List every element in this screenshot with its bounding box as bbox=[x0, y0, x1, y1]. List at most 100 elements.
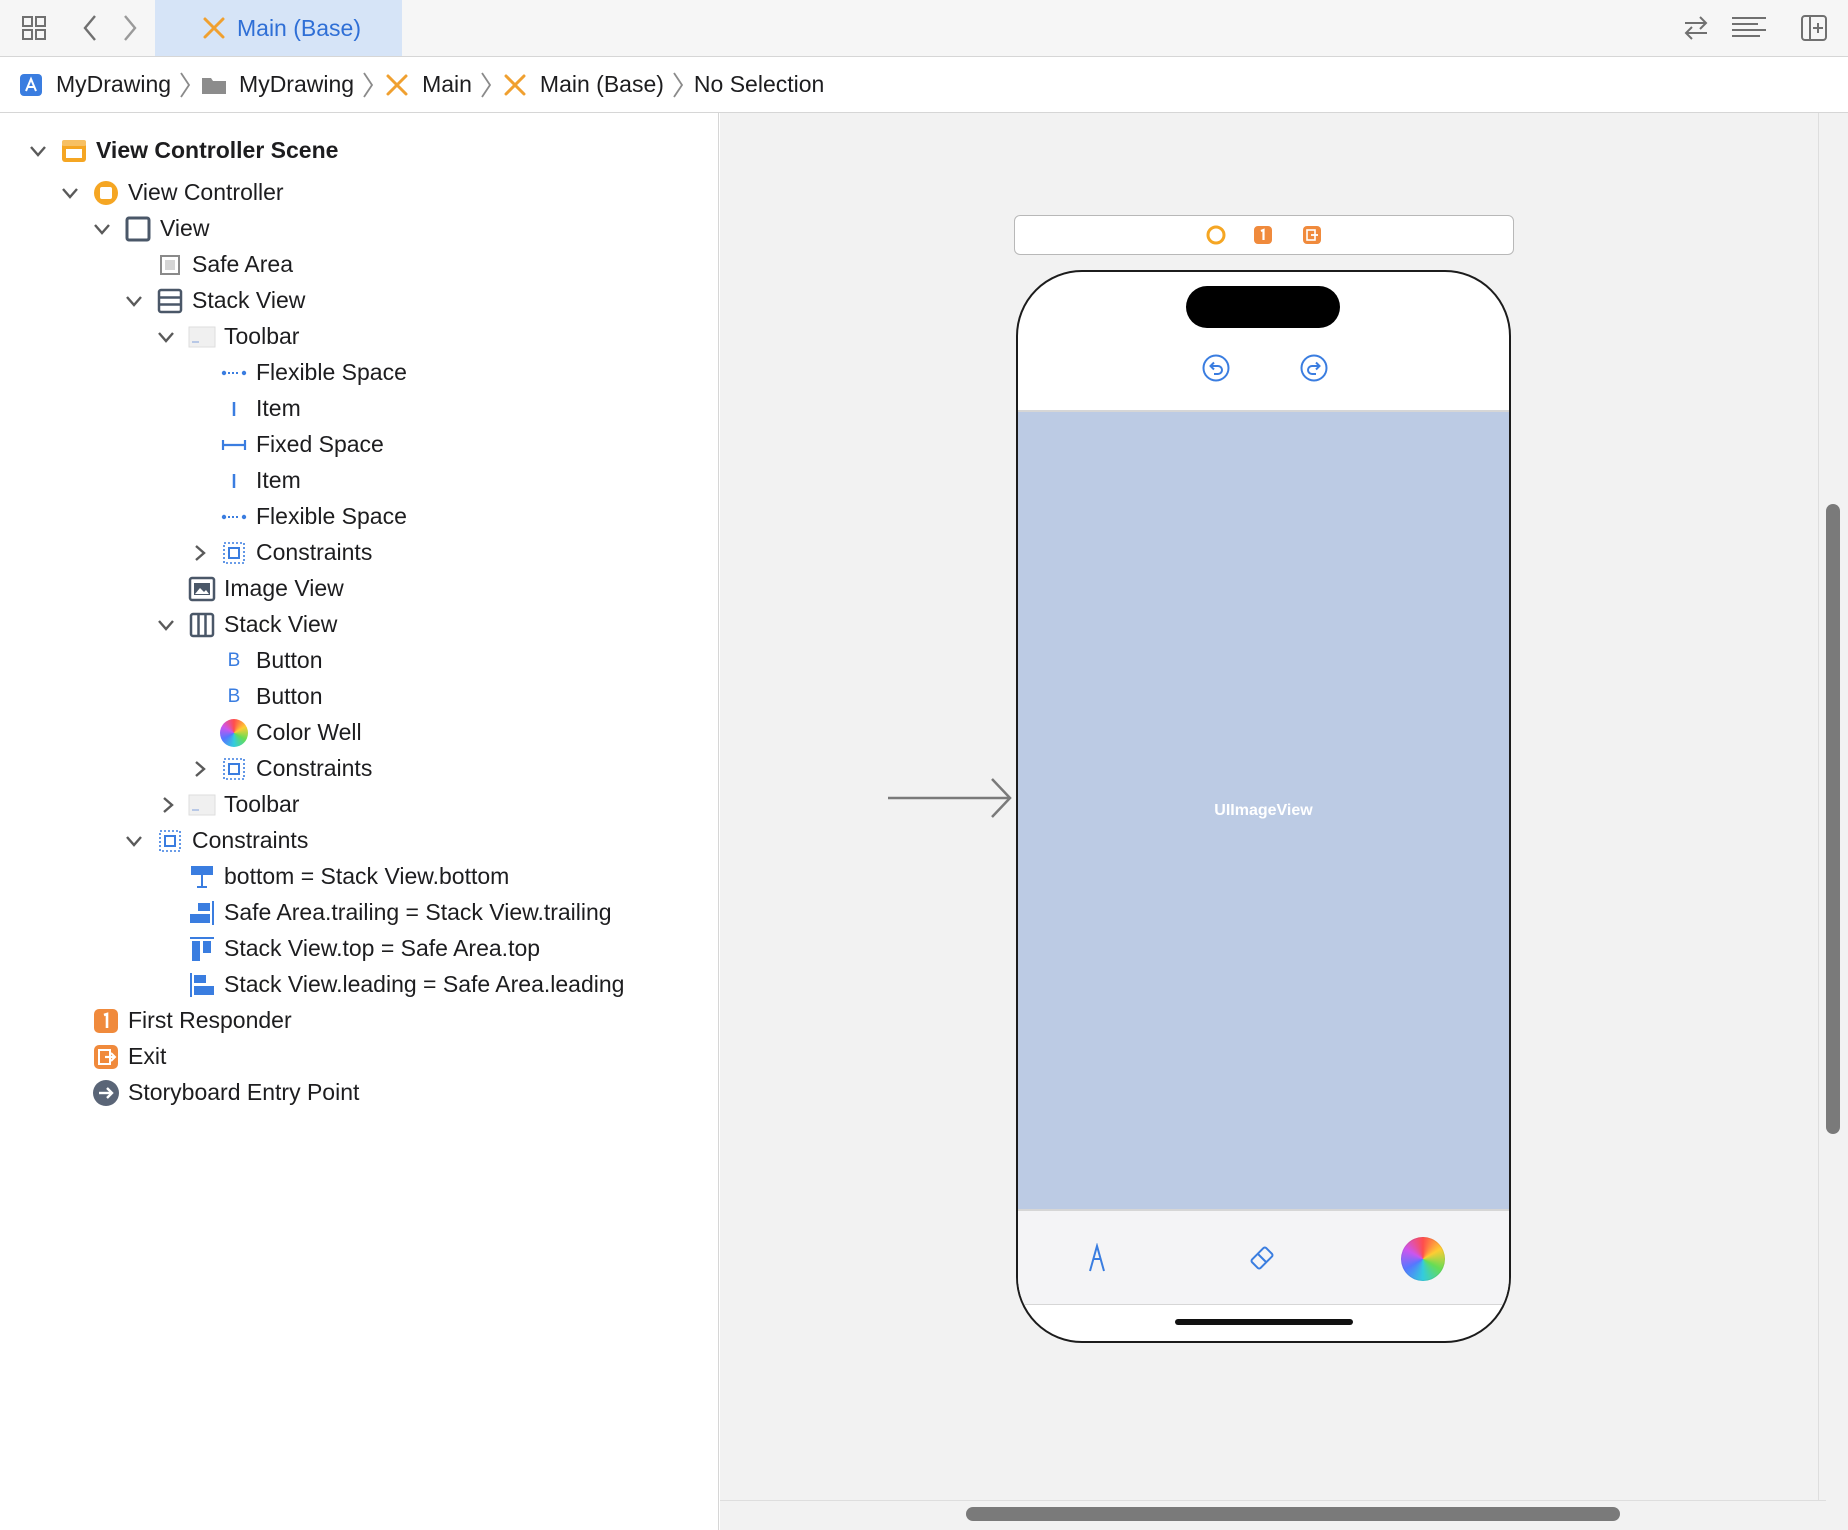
toolbar-icon bbox=[188, 791, 216, 819]
outline-row-constraint[interactable]: bottom = Stack View.bottom bbox=[0, 859, 719, 895]
outline-row-scene[interactable]: View Controller Scene bbox=[0, 133, 719, 169]
chevron-right-icon[interactable] bbox=[189, 542, 211, 564]
eraser-icon[interactable] bbox=[1245, 1241, 1279, 1275]
trailing-constraint-icon bbox=[188, 899, 216, 927]
chevron-right-icon[interactable] bbox=[189, 758, 211, 780]
outline-row-fixed-space[interactable]: Fixed Space bbox=[0, 427, 719, 463]
outline-row-image-view[interactable]: Image View bbox=[0, 571, 719, 607]
undo-icon[interactable] bbox=[1200, 352, 1232, 384]
outline-row-stack-view[interactable]: Stack View bbox=[0, 283, 719, 319]
view-controller-icon[interactable] bbox=[1205, 224, 1227, 246]
outline-row-first-responder[interactable]: First Responder bbox=[0, 1003, 719, 1039]
button-icon: B bbox=[227, 650, 241, 671]
editor-options-icon[interactable] bbox=[1728, 10, 1770, 46]
chevron-down-icon[interactable] bbox=[123, 830, 145, 852]
bar-item-icon bbox=[220, 467, 248, 495]
storyboard-canvas[interactable]: UIImageView bbox=[720, 113, 1848, 1530]
outline-row-bar-item[interactable]: Item bbox=[0, 391, 719, 427]
outline-label: View Controller bbox=[128, 179, 284, 205]
button-icon: B bbox=[227, 686, 241, 707]
iphone-device-frame[interactable]: UIImageView bbox=[1016, 270, 1511, 1343]
breadcrumb: MyDrawing MyDrawing Main Main (Base) No … bbox=[0, 57, 1848, 113]
tab-label: Main (Base) bbox=[237, 14, 361, 41]
chevron-down-icon[interactable] bbox=[155, 326, 177, 348]
crumb-folder[interactable]: MyDrawing bbox=[201, 71, 354, 98]
outline-label: First Responder bbox=[128, 1007, 292, 1033]
chevron-down-icon[interactable] bbox=[155, 614, 177, 636]
color-well-icon[interactable] bbox=[1401, 1237, 1445, 1281]
image-view[interactable]: UIImageView bbox=[1018, 412, 1509, 1209]
outline-label: Constraints bbox=[192, 827, 309, 853]
outline-row-button[interactable]: B Button bbox=[0, 679, 719, 715]
outline-row-flexible-space[interactable]: Flexible Space bbox=[0, 355, 719, 391]
chevron-right-icon bbox=[362, 71, 374, 99]
vertical-scroll-track bbox=[1818, 113, 1819, 1500]
outline-row-constraint[interactable]: Safe Area.trailing = Stack View.trailing bbox=[0, 895, 719, 931]
outline-label: Safe Area bbox=[192, 251, 294, 277]
pen-icon[interactable] bbox=[1082, 1241, 1112, 1275]
add-editor-icon[interactable] bbox=[1796, 10, 1832, 46]
outline-row-constraints[interactable]: Constraints bbox=[0, 823, 719, 859]
fixed-space-icon bbox=[220, 431, 248, 459]
bottom-constraint-icon bbox=[188, 863, 216, 891]
outline-row-constraint[interactable]: Stack View.top = Safe Area.top bbox=[0, 931, 719, 967]
chevron-down-icon[interactable] bbox=[27, 140, 49, 162]
outline-label: Stack View bbox=[192, 287, 306, 313]
xcode-window: Main (Base) MyDrawing MyDrawing Main Mai… bbox=[0, 0, 1848, 1530]
back-chevron-icon[interactable] bbox=[72, 10, 108, 46]
outline-label: Constraints bbox=[256, 539, 373, 565]
outline-label: Button bbox=[256, 683, 323, 709]
crumb-storyboard[interactable]: Main bbox=[384, 71, 472, 98]
outline-row-color-well[interactable]: Color Well bbox=[0, 715, 719, 751]
outline-row-button[interactable]: B Button bbox=[0, 643, 719, 679]
storyboard-icon bbox=[384, 72, 410, 98]
outline-row-toolbar[interactable]: Toolbar bbox=[0, 319, 719, 355]
forward-chevron-icon[interactable] bbox=[112, 10, 148, 46]
crumb-label: MyDrawing bbox=[239, 71, 355, 97]
chevron-right-icon bbox=[672, 71, 684, 99]
outline-row-constraints[interactable]: Constraints bbox=[0, 751, 719, 787]
outline-row-constraints[interactable]: Constraints bbox=[0, 535, 719, 571]
horizontal-scrollbar[interactable] bbox=[966, 1507, 1620, 1521]
bar-item-icon bbox=[220, 395, 248, 423]
outline-row-bar-item[interactable]: Item bbox=[0, 463, 719, 499]
swap-arrows-icon[interactable] bbox=[1678, 10, 1714, 46]
outline-row-view[interactable]: View bbox=[0, 211, 719, 247]
crumb-project[interactable]: MyDrawing bbox=[18, 71, 171, 98]
crumb-label: MyDrawing bbox=[56, 71, 172, 97]
color-well-icon bbox=[220, 719, 248, 747]
bottom-toolbar[interactable] bbox=[1018, 1209, 1509, 1305]
first-responder-icon[interactable] bbox=[1252, 224, 1274, 246]
top-toolbar[interactable] bbox=[1018, 342, 1509, 412]
outline-row-stack-view[interactable]: Stack View bbox=[0, 607, 719, 643]
outline-row-exit[interactable]: Exit bbox=[0, 1039, 719, 1075]
chevron-down-icon[interactable] bbox=[59, 182, 81, 204]
outline-row-view-controller[interactable]: View Controller bbox=[0, 175, 719, 211]
outline-label: Item bbox=[256, 467, 301, 493]
entry-point-arrow-icon[interactable] bbox=[888, 776, 1014, 825]
image-view-icon bbox=[188, 575, 216, 603]
chevron-right-icon[interactable] bbox=[157, 794, 179, 816]
scene-dock[interactable] bbox=[1014, 215, 1514, 255]
horizontal-scroll-track bbox=[720, 1500, 1826, 1501]
outline-row-toolbar[interactable]: Toolbar bbox=[0, 787, 719, 823]
tab-main-base[interactable]: Main (Base) bbox=[155, 0, 402, 56]
outline-label: View bbox=[160, 215, 210, 241]
outline-label: Fixed Space bbox=[256, 431, 384, 457]
redo-icon[interactable] bbox=[1298, 352, 1330, 384]
outline-row-entry-point[interactable]: Storyboard Entry Point bbox=[0, 1075, 719, 1111]
grid-icon[interactable] bbox=[16, 10, 52, 46]
outline-row-safe-area[interactable]: Safe Area bbox=[0, 247, 719, 283]
home-indicator bbox=[1175, 1319, 1353, 1325]
outline-label: Flexible Space bbox=[256, 359, 407, 385]
chevron-down-icon[interactable] bbox=[123, 290, 145, 312]
outline-row-constraint[interactable]: Stack View.leading = Safe Area.leading bbox=[0, 967, 719, 1003]
vertical-scrollbar[interactable] bbox=[1826, 504, 1840, 1134]
outline-label: Image View bbox=[224, 575, 344, 601]
crumb-selection[interactable]: No Selection bbox=[694, 71, 824, 98]
exit-icon[interactable] bbox=[1301, 224, 1323, 246]
outline-label: bottom = Stack View.bottom bbox=[224, 863, 510, 889]
crumb-storyboard-base[interactable]: Main (Base) bbox=[502, 71, 664, 98]
outline-row-flexible-space[interactable]: Flexible Space bbox=[0, 499, 719, 535]
chevron-down-icon[interactable] bbox=[91, 218, 113, 240]
